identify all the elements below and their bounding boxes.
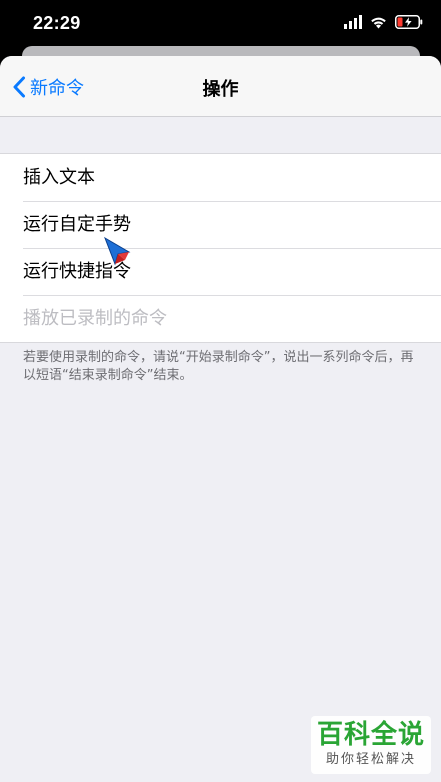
actions-list: 插入文本 运行自定手势 运行快捷指令 播放已录制的命令: [0, 153, 441, 343]
pointer-cursor-icon: [104, 236, 131, 266]
status-icons: [344, 15, 423, 29]
list-item-insert-text[interactable]: 插入文本: [0, 154, 441, 201]
battery-charging-icon: [395, 15, 423, 29]
actions-sheet: 新命令 操作 插入文本 运行自定手势 运行快捷指令 播放已录制的命令 若要使用录…: [0, 56, 441, 782]
signal-icon: [344, 15, 362, 29]
list-item-play-recorded-command: 播放已录制的命令: [0, 295, 441, 342]
watermark-subtitle: 助你轻松解决: [325, 752, 416, 767]
watermark-title: 百科全说: [316, 720, 425, 750]
footer-note: 若要使用录制的命令，请说“开始录制命令”，说出一系列命令后，再以短语“结束录制命…: [23, 350, 414, 383]
status-time: 22:29: [33, 13, 81, 33]
list-item-run-shortcut[interactable]: 运行快捷指令: [0, 248, 441, 295]
nav-bar: 新命令 操作: [0, 56, 441, 117]
watermark-logo: 百科全说 助你轻松解决: [311, 716, 431, 774]
wifi-icon: [371, 17, 386, 28]
list-item-run-custom-gesture[interactable]: 运行自定手势: [0, 201, 441, 248]
status-bar: 22:29: [0, 0, 441, 46]
page-title: 操作: [202, 79, 239, 100]
